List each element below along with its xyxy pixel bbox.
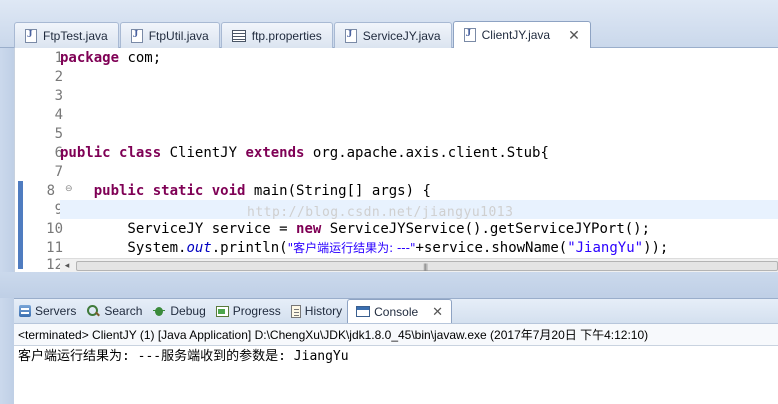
tab-label: FtpUtil.java (148, 28, 209, 43)
console-output[interactable]: 客户端运行结果为: ---服务端收到的参数是: JiangYu (18, 347, 349, 367)
code-line-10: ServiceJY service = new ServiceJYService… (60, 221, 651, 237)
tab-label: Progress (232, 304, 281, 318)
tab-label: Servers (35, 304, 77, 318)
tab-label: FtpTest.java (43, 28, 108, 43)
history-icon (290, 304, 301, 318)
debug-icon (152, 304, 166, 318)
editor-tab-bar: FtpTest.java FtpUtil.java ftp.properties… (0, 0, 778, 48)
code-text-area[interactable]: package com; public class ClientJY exten… (60, 48, 778, 258)
tab-label: ClientJY.java (481, 28, 551, 42)
servers-icon (19, 305, 31, 317)
console-icon (356, 306, 371, 317)
line-number: 8 (46, 183, 55, 199)
tab-ftp-properties[interactable]: ftp.properties (220, 22, 333, 48)
tab-history[interactable]: History (286, 299, 347, 323)
left-window-border (0, 48, 14, 404)
scroll-left-icon[interactable]: ◂ (60, 259, 74, 273)
properties-file-icon (231, 29, 246, 42)
code-line-11: System.out.println("客户端运行结果为: ---"+servi… (60, 240, 669, 256)
code-line-8: public static void main(String[] args) { (93, 183, 431, 199)
tab-servers[interactable]: Servers (14, 299, 81, 323)
horizontal-scrollbar[interactable]: ◂ ||| (60, 258, 778, 272)
close-icon[interactable]: ✕ (432, 304, 443, 320)
tab-label: History (304, 304, 343, 318)
java-file-icon (344, 28, 357, 43)
current-line-highlight (60, 200, 778, 219)
java-file-icon (130, 28, 143, 43)
tab-ftptest-java[interactable]: FtpTest.java (14, 22, 119, 48)
tab-label: Debug (170, 304, 206, 318)
code-editor[interactable]: 1 2 3 4 5 6 7 8 ⊖ 9 10 11 12 package com… (14, 48, 778, 272)
overview-ruler (15, 48, 29, 272)
scrollbar-grip: ||| (423, 263, 428, 271)
java-file-icon (25, 28, 37, 43)
tab-ftputil-java[interactable]: FtpUtil.java (119, 22, 220, 48)
tab-clientjy-java[interactable]: ClientJY.java ✕ (452, 21, 591, 48)
tab-search[interactable]: Search (81, 299, 147, 323)
scrollbar-thumb[interactable]: ||| (76, 261, 778, 271)
editor-tabs: FtpTest.java FtpUtil.java ftp.properties… (14, 21, 592, 48)
code-line-1: package com; (60, 50, 162, 66)
tab-console[interactable]: Console ✕ (347, 299, 453, 323)
views-tab-bar: Servers Search Debug Progress History Co… (14, 298, 778, 324)
change-marker (18, 181, 23, 269)
tab-label: Search (104, 304, 143, 318)
tab-label: Console (374, 304, 419, 319)
tab-progress[interactable]: Progress (211, 299, 286, 323)
close-icon[interactable]: ✕ (568, 27, 580, 44)
tab-label: ServiceJY.java (362, 28, 441, 43)
code-line-6: public class ClientJY extends org.apache… (60, 145, 549, 161)
console-view[interactable]: <terminated> ClientJY (1) [Java Applicat… (14, 324, 778, 404)
tab-servicejy-java[interactable]: ServiceJY.java (333, 22, 452, 48)
java-file-icon (463, 27, 476, 42)
progress-icon (215, 305, 229, 317)
search-icon (86, 304, 100, 318)
tab-label: ftp.properties (251, 28, 322, 43)
console-process-header: <terminated> ClientJY (1) [Java Applicat… (14, 324, 778, 346)
tab-debug[interactable]: Debug (147, 299, 210, 323)
panel-sash[interactable] (0, 272, 778, 298)
